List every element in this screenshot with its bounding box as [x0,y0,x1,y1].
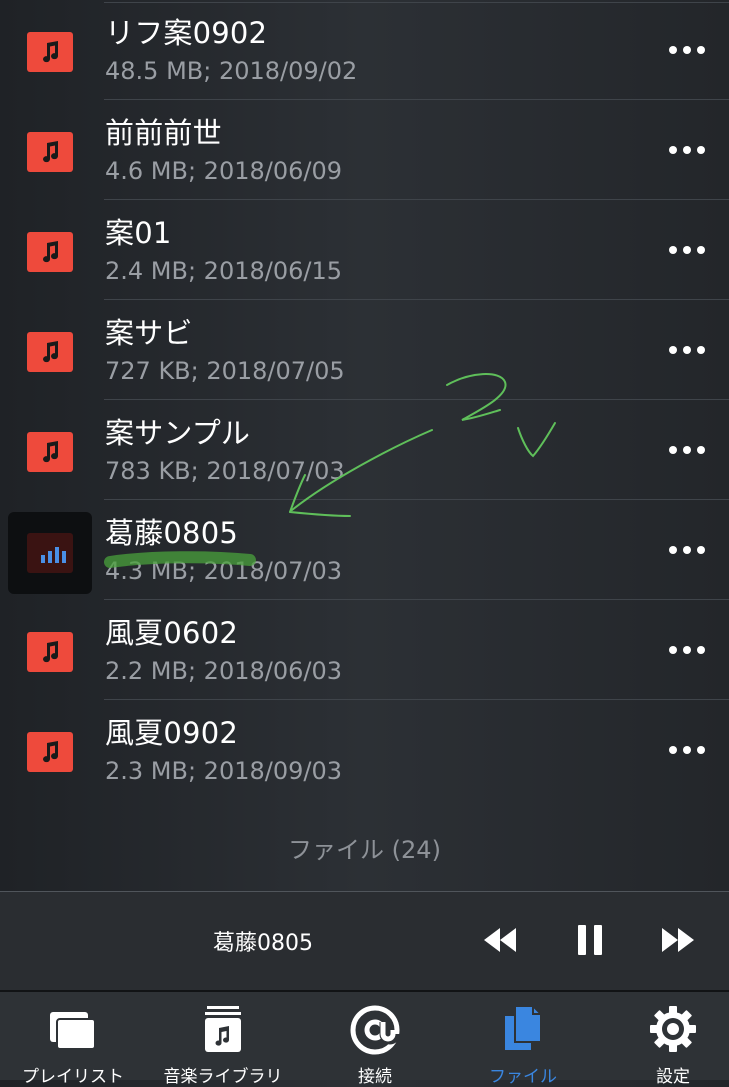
file-meta: 727 KB; 2018/07/05 [105,357,345,385]
more-options-icon[interactable] [669,538,705,562]
file-meta: 2.3 MB; 2018/09/03 [105,757,343,785]
tab-music-library[interactable]: 音楽ライブラリ [150,992,296,1087]
file-meta: 783 KB; 2018/07/03 [105,457,345,485]
pause-icon[interactable] [570,920,610,960]
now-playing-title[interactable]: 葛藤0805 [213,925,313,957]
tab-label: 音楽ライブラリ [163,1067,283,1087]
music-file-icon [27,232,73,272]
tab-bar: プレイリスト 音楽ライブラリ 接続 ファイル 設定 [0,992,729,1087]
file-row[interactable]: リフ案0902 48.5 MB; 2018/09/02 [0,0,729,100]
music-library-icon [205,1006,241,1052]
equalizer-icon [41,545,67,563]
file-row[interactable]: 案サビ 727 KB; 2018/07/05 [0,300,729,400]
tab-files[interactable]: ファイル [450,992,596,1087]
file-row-playing[interactable]: 葛藤0805 4.3 MB; 2018/07/03 [0,500,729,600]
tab-label: 接続 [358,1067,392,1087]
tab-label: ファイル [489,1067,557,1087]
more-options-icon[interactable] [669,338,705,362]
file-title: 案01 [105,216,172,250]
more-options-icon[interactable] [669,738,705,762]
file-row[interactable]: 風夏0602 2.2 MB; 2018/06/03 [0,600,729,700]
file-title: 葛藤0805 [105,516,239,550]
file-title: リフ案0902 [105,16,268,50]
file-title: 風夏0902 [105,716,239,750]
mini-player[interactable]: 葛藤0805 [0,892,729,990]
music-file-icon [27,332,73,372]
tab-playlist[interactable]: プレイリスト [0,992,146,1087]
file-row[interactable]: 風夏0902 2.3 MB; 2018/09/03 [0,700,729,800]
file-meta: 2.4 MB; 2018/06/15 [105,257,343,285]
more-options-icon[interactable] [669,238,705,262]
more-options-icon[interactable] [669,438,705,462]
at-sign-icon [350,1005,401,1055]
music-file-icon [27,132,73,172]
tab-label: プレイリスト [22,1067,124,1087]
file-title: 案サビ [105,316,193,350]
files-icon [505,1005,542,1050]
rewind-icon[interactable] [480,920,520,960]
fast-forward-icon[interactable] [658,920,698,960]
music-file-icon [27,432,73,472]
file-count-label: ファイル (24) [288,836,441,864]
now-playing-thumbnail [8,512,92,594]
tab-settings[interactable]: 設定 [600,992,729,1087]
file-meta: 48.5 MB; 2018/09/02 [105,57,358,85]
music-file-icon [27,32,73,72]
playlist-icon [50,1012,96,1050]
music-file-icon [27,632,73,672]
file-meta: 4.3 MB; 2018/07/03 [105,557,343,585]
file-row[interactable]: 案01 2.4 MB; 2018/06/15 [0,200,729,300]
file-title: 前前前世 [105,116,222,150]
more-options-icon[interactable] [669,638,705,662]
file-list: リフ案0902 48.5 MB; 2018/09/02 前前前世 4.6 MB;… [0,0,729,800]
tab-label: 設定 [656,1067,690,1087]
file-row[interactable]: 案サンプル 783 KB; 2018/07/03 [0,400,729,500]
music-file-icon [27,732,73,772]
gear-icon [650,1006,696,1052]
file-meta: 2.2 MB; 2018/06/03 [105,657,343,685]
tab-connect[interactable]: 接続 [302,992,448,1087]
more-options-icon[interactable] [669,138,705,162]
file-row[interactable]: 前前前世 4.6 MB; 2018/06/09 [0,100,729,200]
file-meta: 4.6 MB; 2018/06/09 [105,157,343,185]
file-title: 案サンプル [105,416,251,450]
more-options-icon[interactable] [669,38,705,62]
file-title: 風夏0602 [105,616,239,650]
